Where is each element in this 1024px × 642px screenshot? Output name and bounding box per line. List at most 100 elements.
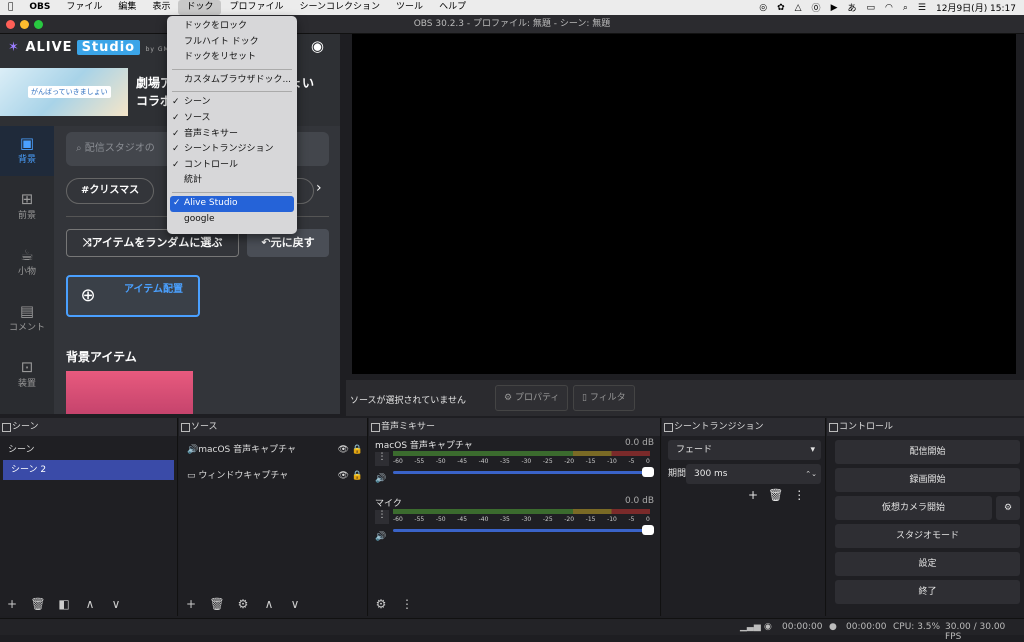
menu-item-alive-studio[interactable]: ✓ Alive Studio bbox=[170, 195, 294, 212]
promo-banner-image[interactable]: がんばっていきましょい bbox=[0, 68, 128, 116]
properties-button[interactable]: ⚙ プロパティ bbox=[495, 385, 569, 411]
move-up-icon[interactable]: ∧ bbox=[261, 596, 277, 612]
checkmark-icon: ✓ bbox=[172, 128, 180, 139]
menu-item-google[interactable]: google bbox=[167, 212, 297, 228]
settings-button[interactable]: 設定 bbox=[835, 552, 1020, 576]
minimize-window-button[interactable] bbox=[20, 20, 29, 29]
transition-select[interactable]: フェード ▾ bbox=[668, 440, 821, 460]
move-up-icon[interactable]: ∧ bbox=[82, 596, 98, 612]
wifi-icon[interactable]: ◠ bbox=[885, 3, 893, 13]
eye-icon[interactable]: 👁 bbox=[338, 466, 349, 486]
search-icon[interactable]: ⌕ bbox=[903, 3, 908, 13]
menu-file[interactable]: ファイル bbox=[58, 0, 110, 15]
menu-item-stats[interactable]: 統計 bbox=[167, 173, 297, 189]
apple-icon[interactable]:  bbox=[0, 0, 21, 15]
gear-icon[interactable]: ⚙ bbox=[996, 496, 1020, 520]
exit-button[interactable]: 終了 bbox=[835, 580, 1020, 604]
kebab-menu-icon[interactable]: ⋮ bbox=[375, 510, 389, 524]
tray-stamp-icon[interactable]: ✿ bbox=[777, 3, 785, 13]
logo-star-icon: ✶ bbox=[8, 40, 20, 55]
menu-dock[interactable]: ドック bbox=[178, 0, 222, 15]
menu-item-controls[interactable]: ✓ コントロール bbox=[167, 158, 297, 174]
studio-mode-button[interactable]: スタジオモード bbox=[835, 524, 1020, 548]
nav-background[interactable]: ▣ 背景 bbox=[0, 126, 54, 176]
source-item[interactable]: ▭ ウィンドウキャプチャ 👁 🔒 bbox=[179, 466, 367, 486]
sources-toolbar: + 🗑 ⚙ ∧ ∨ bbox=[183, 596, 303, 612]
tray-triangle-icon[interactable]: △ bbox=[795, 3, 802, 13]
kebab-menu-icon[interactable]: ⋮ bbox=[375, 452, 389, 466]
kebab-menu-icon[interactable]: ⋮ bbox=[399, 596, 415, 612]
volume-slider[interactable] bbox=[393, 467, 654, 477]
nav-device[interactable]: ⊡ 装置 bbox=[0, 350, 54, 400]
gear-icon[interactable]: ⚙ bbox=[235, 596, 251, 612]
move-down-icon[interactable]: ∨ bbox=[108, 596, 124, 612]
mixer-header: 音声ミキサー bbox=[369, 418, 660, 436]
zoom-window-button[interactable] bbox=[34, 20, 43, 29]
scene-item[interactable]: シーン bbox=[0, 440, 177, 460]
menu-edit[interactable]: 編集 bbox=[110, 0, 144, 15]
checkmark-icon: ✓ bbox=[172, 112, 180, 123]
add-circle-icon: ⊕ bbox=[80, 285, 96, 306]
menu-item-scene-transitions[interactable]: ✓ シーントランジション bbox=[167, 142, 297, 158]
menu-item-full-height-docks[interactable]: フルハイト ドック bbox=[167, 35, 297, 51]
tray-circle-icon[interactable]: ⓪ bbox=[812, 1, 821, 14]
advanced-audio-icon[interactable]: ⚙ bbox=[373, 596, 389, 612]
tray-ime-icon[interactable]: あ bbox=[847, 1, 856, 14]
menu-tools[interactable]: ツール bbox=[388, 0, 431, 15]
menu-profile[interactable]: プロファイル bbox=[221, 0, 291, 15]
menu-item-custom-browser-docks[interactable]: カスタムブラウザドック... bbox=[167, 73, 297, 89]
add-scene-icon[interactable]: + bbox=[4, 596, 20, 612]
filters-button[interactable]: ▯ フィルタ bbox=[573, 385, 635, 411]
clock[interactable]: 12月9日(月) 15:17 bbox=[936, 1, 1016, 14]
menu-scene-collection[interactable]: シーンコレクション bbox=[291, 0, 388, 15]
duration-input[interactable]: 300 ms ⌃⌄ bbox=[686, 464, 821, 484]
lock-icon[interactable]: 🔒 bbox=[352, 440, 363, 460]
control-center-icon[interactable]: ☰ bbox=[918, 3, 926, 13]
volume-slider[interactable] bbox=[393, 525, 654, 535]
account-icon[interactable]: ◉ bbox=[311, 37, 324, 55]
speaker-icon[interactable]: 🔊 bbox=[375, 474, 386, 484]
source-item[interactable]: 🔊macOS 音声キャプチャ 👁 🔒 bbox=[179, 440, 367, 460]
menu-app[interactable]: OBS bbox=[21, 0, 58, 15]
kebab-menu-icon[interactable]: ⋮ bbox=[793, 488, 805, 502]
close-window-button[interactable] bbox=[6, 20, 15, 29]
nav-comment[interactable]: ▤ コメント bbox=[0, 294, 54, 344]
trash-icon[interactable]: 🗑 bbox=[30, 596, 46, 612]
menu-help[interactable]: ヘルプ bbox=[431, 0, 474, 15]
battery-icon[interactable]: ▭ bbox=[867, 3, 876, 13]
start-streaming-button[interactable]: 配信開始 bbox=[835, 440, 1020, 464]
menu-item-scenes[interactable]: ✓ シーン bbox=[167, 95, 297, 111]
tray-app-icon[interactable]: ◎ bbox=[759, 3, 767, 13]
move-down-icon[interactable]: ∨ bbox=[287, 596, 303, 612]
place-item-button[interactable]: ⊕ アイテム配置 bbox=[66, 275, 200, 317]
nav-foreground[interactable]: ⊞ 前景 bbox=[0, 182, 54, 232]
cpu-usage: CPU: 3.5% bbox=[893, 622, 941, 632]
nav-props[interactable]: ☕ 小物 bbox=[0, 238, 54, 288]
lock-icon[interactable]: 🔒 bbox=[352, 466, 363, 486]
chevron-right-icon[interactable]: › bbox=[316, 180, 322, 196]
no-source-label: ソースが選択されていません bbox=[350, 396, 467, 406]
menu-item-reset-docks[interactable]: ドックをリセット bbox=[167, 50, 297, 66]
background-item-thumbnail[interactable] bbox=[66, 371, 193, 414]
chip-christmas[interactable]: #クリスマス bbox=[66, 178, 155, 204]
menu-item-sources[interactable]: ✓ ソース bbox=[167, 111, 297, 127]
tray-play-icon[interactable]: ▶ bbox=[831, 3, 838, 13]
eye-icon[interactable]: 👁 bbox=[338, 440, 349, 460]
menu-item-audio-mixer[interactable]: ✓ 音声ミキサー bbox=[167, 127, 297, 143]
audio-mixer-dock: 音声ミキサー macOS 音声キャプチャ 0.0 dB ⋮ -60 -55 -50-… bbox=[369, 418, 661, 616]
speaker-icon[interactable]: 🔊 bbox=[375, 532, 386, 542]
stepper-icon[interactable]: ⌃⌄ bbox=[805, 464, 817, 484]
filter-icon[interactable]: ◧ bbox=[56, 596, 72, 612]
menu-item-lock-docks[interactable]: ドックをロック bbox=[167, 19, 297, 35]
device-icon: ⊡ bbox=[20, 358, 34, 376]
trash-icon[interactable]: 🗑 bbox=[209, 596, 225, 612]
add-transition-icon[interactable]: + bbox=[748, 488, 758, 502]
trash-icon[interactable]: 🗑 bbox=[768, 488, 783, 502]
add-source-icon[interactable]: + bbox=[183, 596, 199, 612]
program-preview[interactable] bbox=[352, 34, 1016, 374]
start-recording-button[interactable]: 録画開始 bbox=[835, 468, 1020, 492]
start-virtual-camera-button[interactable]: 仮想カメラ開始 bbox=[835, 496, 992, 520]
menu-view[interactable]: 表示 bbox=[144, 0, 178, 15]
controls-header: コントロール bbox=[827, 418, 1024, 436]
scene-item-selected[interactable]: シーン 2 bbox=[3, 460, 174, 480]
